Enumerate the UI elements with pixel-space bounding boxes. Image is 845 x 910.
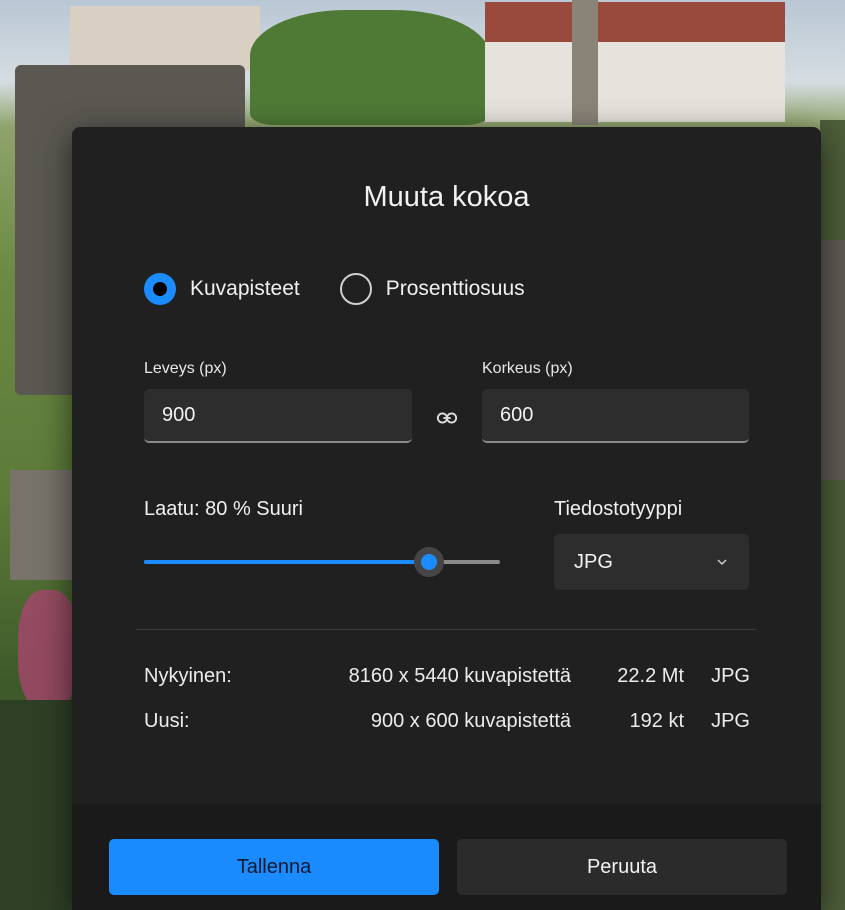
width-label: Leveys (px) [144, 360, 227, 377]
radio-percentage-label: Prosenttiosuus [385, 277, 525, 300]
resize-mode-group: Kuvapisteet Prosenttiosuus [144, 273, 565, 305]
background-wall [10, 470, 80, 580]
radio-selected-indicator[interactable] [144, 273, 176, 305]
background-pole [572, 0, 598, 125]
dialog-footer: Tallenna Peruuta [72, 804, 821, 910]
background-building [70, 6, 260, 70]
slider-thumb[interactable] [414, 547, 444, 577]
filetype-dropdown[interactable]: JPG [554, 534, 749, 590]
background-right-foliage [820, 120, 845, 910]
save-button[interactable]: Tallenna [109, 839, 439, 895]
background-right-stone [818, 240, 845, 480]
background-roof [485, 2, 785, 42]
current-label: Nykyinen: [144, 665, 232, 687]
filetype-label: Tiedostotyyppi [554, 498, 683, 520]
new-size: 192 kt [629, 710, 684, 732]
quality-slider[interactable] [144, 547, 500, 577]
current-dimensions: 8160 x 5440 kuvapistettä [348, 665, 571, 687]
link-icon[interactable] [436, 407, 458, 429]
radio-pixels-label: Kuvapisteet [190, 277, 300, 300]
current-format: JPG [711, 665, 750, 687]
height-input[interactable]: 600 [482, 389, 749, 443]
new-dimensions: 900 x 600 kuvapistettä [370, 710, 571, 732]
dialog-title: Muuta kokoa [363, 181, 530, 213]
width-input[interactable]: 900 [144, 389, 412, 443]
cancel-button[interactable]: Peruuta [457, 839, 787, 895]
radio-pixels[interactable]: Kuvapisteet [144, 273, 300, 305]
height-label: Korkeus (px) [482, 360, 573, 377]
filetype-value: JPG [574, 550, 613, 573]
radio-unselected-indicator[interactable] [339, 273, 372, 305]
background-flowers [18, 590, 78, 710]
current-size: 22.2 Mt [617, 665, 684, 687]
slider-fill [144, 560, 429, 564]
new-format: JPG [711, 710, 750, 732]
resize-dialog: Muuta kokoa Kuvapisteet Prosenttiosuus L… [72, 127, 821, 910]
background-trees [250, 10, 490, 125]
quality-label: Laatu: 80 % Suuri [144, 498, 303, 520]
radio-percentage[interactable]: Prosenttiosuus [339, 273, 525, 305]
chevron-down-icon [717, 559, 727, 566]
new-label: Uusi: [144, 710, 190, 732]
divider [136, 629, 756, 630]
